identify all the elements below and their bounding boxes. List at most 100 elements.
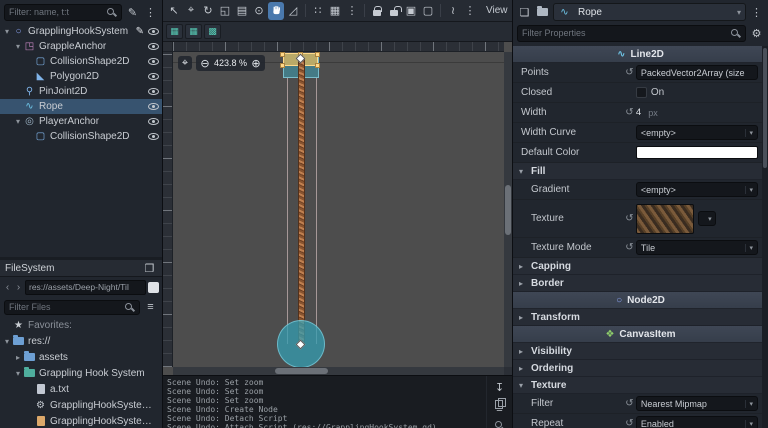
center-view-icon[interactable]: ⌖ [178,56,192,70]
skeleton-button-icon[interactable]: ≀ [445,2,461,20]
scene-node-grapplinghooksystem[interactable]: ▾ ○ GrapplingHookSystem ✎ [0,24,162,39]
visibility-toggle[interactable] [148,102,159,111]
grid-snap-toggle-icon[interactable]: ▦ [327,2,343,20]
select-tool-icon[interactable]: ↖ [166,2,182,20]
number-value[interactable]: 4 [636,107,641,118]
overlay-toggle-guides-icon[interactable]: ▩ [204,24,221,39]
overlay-toggle-snap-icon[interactable]: ▦ [185,24,202,39]
visibility-toggle[interactable] [148,117,159,126]
zoom-out-button[interactable]: ⊖ [198,56,212,70]
save-log-icon[interactable]: ↧ [492,379,507,395]
texture-preview[interactable] [635,203,694,234]
revert-icon[interactable]: ↺ [623,418,636,428]
selection-handle[interactable] [315,52,320,57]
group-button-icon[interactable]: ▣ [403,2,419,20]
fs-entry-grapplinghooksystem-gd[interactable]: ⚙ GrapplingHookSystem.gd [0,397,162,413]
rotate-tool-icon[interactable]: ↻ [200,2,216,20]
viewport-horizontal-scrollbar[interactable] [173,367,504,375]
history-forward-icon[interactable]: › [14,282,23,293]
property-filter-input[interactable] [522,28,730,38]
color-swatch[interactable] [635,146,758,159]
checkbox[interactable] [635,87,647,98]
fs-entry-a-txt[interactable]: a.txt [0,381,162,397]
scene-node-grappleanchor[interactable]: ▾ ◳ GrappleAnchor [0,39,162,54]
scene-node-collisionshape2d[interactable]: ▢ CollisionShape2D [0,129,162,144]
expand-arrow[interactable]: ▸ [13,353,23,362]
scene-node-pinjoint2d[interactable]: ⚲ PinJoint2D [0,84,162,99]
unlock-button-icon[interactable] [386,2,402,20]
ruler-tool-icon[interactable]: ◿ [285,2,301,20]
history-back-icon[interactable]: ‹ [3,282,12,293]
property-filter-box[interactable] [517,24,746,42]
fs-entry-assets[interactable]: ▸ assets [0,349,162,365]
load-resource-icon[interactable] [535,4,550,20]
dropdown-filter[interactable]: Nearest Mipmap ▾ [635,396,758,411]
visibility-toggle[interactable] [148,57,159,66]
inspector-scrollbar[interactable] [762,46,768,428]
revert-icon[interactable]: ↺ [623,242,636,253]
visibility-toggle[interactable] [148,27,159,36]
scene-more-options-icon[interactable]: ⋮ [143,4,158,20]
file-filter-box[interactable] [4,299,140,315]
revert-icon[interactable]: ↺ [623,67,636,78]
visibility-toggle[interactable] [148,42,159,51]
fs-entry-grappling-hook-system[interactable]: ▾ Grappling Hook System [0,365,162,381]
dropdown-gradient[interactable]: <empty> ▾ [635,182,758,197]
2d-viewport[interactable]: ⌖ ⊖ 423.8 % ⊕ [163,42,512,375]
dropdown-repeat[interactable]: Enabled ▾ [635,416,758,428]
snap-options-icon[interactable]: ⋮ [344,2,360,20]
viewport-canvas[interactable]: ⌖ ⊖ 423.8 % ⊕ [173,52,504,367]
pivot-tool-icon[interactable]: ⊙ [251,2,267,20]
group-fill[interactable]: ▾ Fill [513,163,768,180]
pan-tool-icon[interactable] [268,1,284,20]
scene-node-rope[interactable]: ∿ Rope [0,99,162,114]
scene-filter-box[interactable] [4,3,122,21]
lock-button-icon[interactable] [369,2,385,20]
fs-entry-favorites-[interactable]: ★ Favorites: [0,317,162,333]
zoom-in-button[interactable]: ⊕ [249,56,263,70]
revert-icon[interactable]: ↺ [623,107,636,118]
search-log-icon[interactable] [494,420,505,428]
sort-files-icon[interactable]: ≡ [143,299,158,315]
zoom-level[interactable]: 423.8 % [212,58,249,68]
smart-snap-toggle-icon[interactable]: ∷ [310,2,326,20]
inspector-menu-icon[interactable]: ⋮ [749,4,764,20]
group-border[interactable]: ▸ Border [513,275,768,292]
group-capping[interactable]: ▸ Capping [513,258,768,275]
dropdown-texture-mode[interactable]: Tile ▾ [635,240,758,255]
group-texture[interactable]: ▾ Texture [513,377,768,394]
node-selector-dropdown[interactable]: ∿ Rope ▾ [553,3,746,21]
ungroup-button-icon[interactable]: ▢ [420,2,436,20]
toggle-split-mode-button[interactable] [148,281,159,293]
scene-node-polygon2d[interactable]: ◣ Polygon2D [0,69,162,84]
expand-arrow[interactable]: ▾ [2,337,12,346]
viewport-vertical-scrollbar[interactable] [504,52,512,367]
filter-options-icon[interactable]: ⚙ [749,25,764,41]
file-filter-input[interactable] [9,302,124,312]
skeleton-options-icon[interactable]: ⋮ [462,2,478,20]
scene-filter-input[interactable] [9,7,106,17]
expand-arrow[interactable]: ▾ [13,117,23,126]
visibility-toggle[interactable] [148,87,159,96]
group-visibility[interactable]: ▸ Visibility [513,343,768,360]
value-button[interactable]: PackedVector2Array (size [635,65,758,80]
revert-icon[interactable]: ↺ [623,398,636,409]
scene-node-collisionshape2d[interactable]: ▢ CollisionShape2D [0,54,162,69]
expand-arrow[interactable]: ▾ [13,369,23,378]
move-tool-icon[interactable]: ⌖ [183,2,199,20]
group-ordering[interactable]: ▸ Ordering [513,360,768,377]
list-select-tool-icon[interactable]: ▤ [234,2,250,20]
selection-handle[interactable] [280,63,285,68]
fs-entry-res-[interactable]: ▾ res:// [0,333,162,349]
texture-dropdown[interactable]: ▾ [697,211,716,226]
expand-arrow[interactable]: ▾ [2,27,12,36]
overlay-toggle-grid-icon[interactable]: ▦ [166,24,183,39]
visibility-toggle[interactable] [148,72,159,81]
expand-arrow[interactable]: ▾ [13,42,23,51]
group-transform[interactable]: ▸ Transform [513,309,768,326]
attach-script-icon[interactable]: ✎ [125,4,140,20]
current-path-field[interactable] [25,279,146,295]
view-menu-button[interactable]: View [479,5,515,16]
visibility-toggle[interactable] [148,132,159,141]
new-resource-icon[interactable]: ❏ [517,4,532,20]
